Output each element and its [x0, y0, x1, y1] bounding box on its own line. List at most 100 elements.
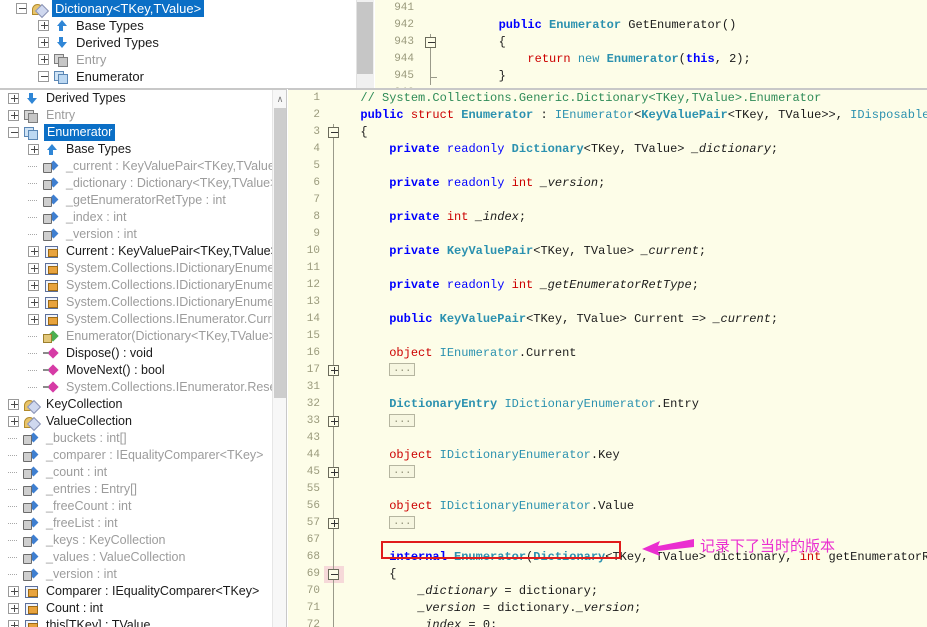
- code-line[interactable]: public Enumerator GetEnumerator(): [441, 17, 927, 34]
- fold-row[interactable]: [324, 192, 344, 209]
- tree-scrollbar-thumb[interactable]: [274, 108, 286, 398]
- fold-row[interactable]: [324, 277, 344, 294]
- tree-item[interactable]: this[TKey] : TValue: [0, 617, 272, 627]
- code-line[interactable]: [346, 430, 927, 447]
- class-view-tree-panel[interactable]: Derived Types Entry Enumerator Base Types _c…: [0, 89, 287, 627]
- code-line[interactable]: private KeyValuePair<TKey, TValue> _curr…: [346, 243, 927, 260]
- code-line[interactable]: [346, 328, 927, 345]
- fold-row[interactable]: [324, 396, 344, 413]
- tree-item[interactable]: ValueCollection: [0, 413, 272, 430]
- fold-row[interactable]: [324, 515, 344, 532]
- fold-row[interactable]: [324, 430, 344, 447]
- tree-item[interactable]: Derived Types: [0, 34, 356, 51]
- tree-item[interactable]: _comparer : IEqualityComparer<TKey>: [0, 447, 272, 464]
- code-line[interactable]: [441, 0, 927, 17]
- tree-item[interactable]: MoveNext() : bool: [0, 362, 272, 379]
- tree-item[interactable]: Enumerator: [0, 124, 272, 141]
- tree-item[interactable]: Count : int: [0, 600, 272, 617]
- fold-row[interactable]: [324, 226, 344, 243]
- tree-item[interactable]: Dispose() : void: [0, 345, 272, 362]
- fold-row[interactable]: [324, 345, 344, 362]
- fold-row[interactable]: [324, 498, 344, 515]
- fold-row[interactable]: [324, 566, 344, 583]
- fold-row[interactable]: [324, 549, 344, 566]
- expand-icon[interactable]: [8, 603, 19, 614]
- tree-item[interactable]: _values : ValueCollection: [0, 549, 272, 566]
- fold-row[interactable]: [324, 90, 344, 107]
- fold-row[interactable]: [324, 379, 344, 396]
- collapse-icon[interactable]: [38, 71, 49, 82]
- expand-icon[interactable]: [8, 416, 19, 427]
- code-line[interactable]: object IDictionaryEnumerator.Value: [346, 498, 927, 515]
- code-lines[interactable]: // System.Collections.Generic.Dictionary…: [346, 90, 927, 627]
- class-view-tree-list[interactable]: Derived Types Entry Enumerator Base Types _c…: [0, 90, 286, 627]
- tree-item[interactable]: System.Collections.IDictionaryEnumera: [0, 294, 286, 311]
- expand-icon[interactable]: [38, 37, 49, 48]
- collapsed-region-ellipsis[interactable]: ...: [389, 465, 416, 478]
- fold-row[interactable]: [324, 481, 344, 498]
- expand-icon[interactable]: [28, 144, 39, 155]
- fold-row[interactable]: [324, 243, 344, 260]
- tree-item[interactable]: _dictionary : Dictionary<TKey,TValue>: [0, 175, 277, 192]
- fold-collapse-icon[interactable]: [328, 127, 339, 138]
- fold-row[interactable]: [324, 175, 344, 192]
- code-line[interactable]: object IEnumerator.Current: [346, 345, 927, 362]
- code-line[interactable]: // System.Collections.Generic.Dictionary…: [346, 90, 927, 107]
- expand-icon[interactable]: [8, 93, 19, 104]
- fold-row[interactable]: [422, 17, 438, 34]
- code-line[interactable]: private int _index;: [346, 209, 927, 226]
- fold-column[interactable]: [324, 90, 344, 627]
- code-line[interactable]: {: [441, 34, 927, 51]
- expand-icon[interactable]: [8, 110, 19, 121]
- tree-item[interactable]: _freeCount : int: [0, 498, 272, 515]
- tree-item[interactable]: System.Collections.IDictionaryEnumera: [0, 260, 286, 277]
- fold-row[interactable]: [324, 107, 344, 124]
- code-line[interactable]: private readonly int _getEnumeratorRetTy…: [346, 277, 927, 294]
- upper-code-lines[interactable]: public Enumerator GetEnumerator() { retu…: [441, 0, 927, 88]
- tree-item[interactable]: System.Collections.IEnumerator.Curren: [0, 311, 286, 328]
- tree-item[interactable]: _version : int: [0, 226, 272, 243]
- expand-icon[interactable]: [8, 399, 19, 410]
- expand-icon[interactable]: [28, 314, 39, 325]
- tree-item[interactable]: _buckets : int[]: [0, 430, 272, 447]
- tree-item[interactable]: _index : int: [0, 209, 272, 226]
- code-line[interactable]: [346, 481, 927, 498]
- code-line[interactable]: [346, 192, 927, 209]
- code-line[interactable]: [346, 260, 927, 277]
- fold-row[interactable]: [324, 328, 344, 345]
- expand-icon[interactable]: [28, 246, 39, 257]
- code-line[interactable]: _index = 0;: [346, 617, 927, 627]
- fold-row[interactable]: [422, 0, 438, 17]
- code-line[interactable]: {: [346, 124, 927, 141]
- collapse-icon[interactable]: [8, 127, 19, 138]
- code-line[interactable]: ...: [346, 413, 927, 430]
- fold-row[interactable]: [324, 464, 344, 481]
- code-line[interactable]: [346, 379, 927, 396]
- expand-icon[interactable]: [28, 280, 39, 291]
- tree-item[interactable]: _count : int: [0, 464, 272, 481]
- code-line[interactable]: public struct Enumerator : IEnumerator<K…: [346, 107, 927, 124]
- fold-row[interactable]: [324, 260, 344, 277]
- fold-row[interactable]: [324, 362, 344, 379]
- fold-expand-icon[interactable]: [328, 365, 339, 376]
- upper-fold-column[interactable]: [422, 0, 438, 88]
- fold-row[interactable]: [324, 209, 344, 226]
- fold-collapse-icon[interactable]: [425, 37, 436, 48]
- collapsed-region-ellipsis[interactable]: ...: [389, 414, 416, 427]
- code-line[interactable]: [346, 226, 927, 243]
- fold-row[interactable]: [324, 158, 344, 175]
- expand-icon[interactable]: [38, 20, 49, 31]
- code-line[interactable]: private readonly int _version;: [346, 175, 927, 192]
- fold-row[interactable]: [324, 532, 344, 549]
- tree-item[interactable]: _entries : Entry[]: [0, 481, 272, 498]
- upper-tree-scrollbar-thumb[interactable]: [357, 2, 373, 74]
- fold-collapse-icon[interactable]: [328, 569, 339, 580]
- fold-row[interactable]: [324, 583, 344, 600]
- code-line[interactable]: ...: [346, 464, 927, 481]
- fold-expand-icon[interactable]: [328, 467, 339, 478]
- tree-item[interactable]: Derived Types: [0, 90, 272, 107]
- code-line[interactable]: public KeyValuePair<TKey, TValue> Curren…: [346, 311, 927, 328]
- tree-item[interactable]: Base Types: [0, 141, 272, 158]
- tree-item[interactable]: _keys : KeyCollection: [0, 532, 272, 549]
- expand-icon[interactable]: [8, 620, 19, 627]
